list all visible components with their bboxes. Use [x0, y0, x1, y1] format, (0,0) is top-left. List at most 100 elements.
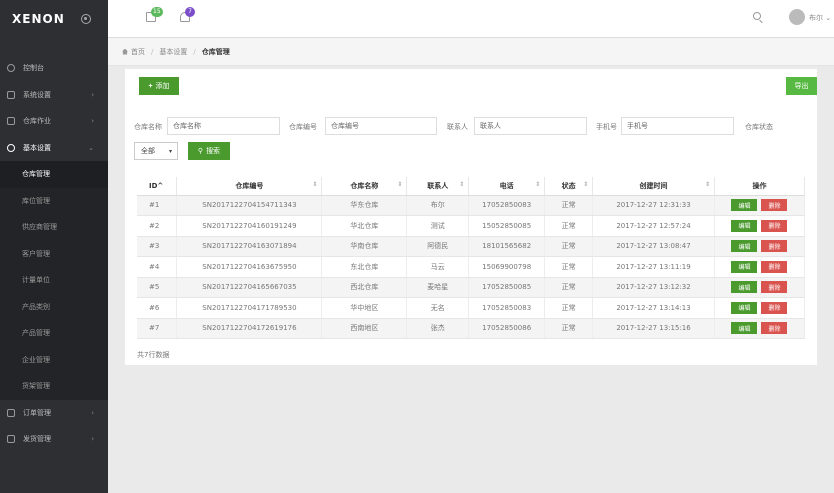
cell-created: 2017-12-27 13:11:19: [592, 256, 715, 278]
sidebar-subitem-customer[interactable]: 客户管理: [0, 241, 108, 268]
column-header-code[interactable]: 仓库编号 ⇕: [176, 177, 323, 196]
sidebar-item-warehouse-ops[interactable]: 仓库作业 ›: [0, 108, 108, 135]
cell-id: #6: [137, 297, 178, 319]
table-row: #7 SN2017122704172619176 西南地区 张杰 17052850086…: [137, 318, 806, 339]
sidebar-subitem-location[interactable]: 库位管理: [0, 188, 108, 215]
column-header-status[interactable]: 状态 ⇕: [544, 177, 594, 196]
cell-name: 西南地区: [321, 318, 408, 339]
cell-contact: 阿德民: [406, 236, 470, 257]
delete-button[interactable]: 删除: [761, 240, 788, 253]
contact-input[interactable]: 联系人: [474, 117, 587, 135]
sidebar-subitem-company[interactable]: 企业管理: [0, 347, 108, 374]
export-button[interactable]: 导出: [786, 77, 817, 95]
cell-name: 西北仓库: [321, 277, 408, 298]
plus-icon: +: [148, 82, 153, 90]
cell-actions: 编辑 删除: [714, 297, 806, 319]
table-row: #4 SN2017122704163675950 东北仓库 马云 15069900798…: [137, 256, 806, 278]
cell-code: SN2017122704171789530: [176, 297, 323, 319]
warehouse-table: ID^ 仓库编号 ⇕ 仓库名称 ⇕ 联系人 ⇕ 电话 ⇕ 状态 ⇕ 创建时间 ⇕ 操作 #1…: [137, 177, 806, 339]
brand-logo[interactable]: XENON: [12, 12, 65, 26]
delete-button[interactable]: 删除: [761, 199, 788, 212]
edit-button[interactable]: 编辑: [731, 219, 758, 232]
delete-button[interactable]: 删除: [761, 260, 788, 273]
warehouse-code-label: 仓库编号: [289, 123, 317, 131]
phone-input[interactable]: 手机号: [621, 117, 734, 135]
column-header-id[interactable]: ID^: [137, 177, 178, 196]
edit-button[interactable]: 编辑: [731, 322, 758, 335]
bell-icon[interactable]: 7: [180, 7, 195, 22]
breadcrumb-level2[interactable]: 基本设置: [159, 47, 187, 57]
cell-created: 2017-12-27 13:15:16: [592, 318, 715, 339]
cell-actions: 编辑 删除: [714, 195, 806, 216]
table-row: #1 SN2017122704154711343 华东仓库 布尔 17052850083…: [137, 195, 806, 216]
sidebar-item-shipping[interactable]: 发货管理 ›: [0, 426, 108, 453]
table-body: #1 SN2017122704154711343 华东仓库 布尔 17052850083…: [137, 195, 806, 339]
sidebar-subitem-shelf[interactable]: 货架管理: [0, 373, 108, 400]
cell-id: #1: [137, 195, 178, 216]
search-button-label: 搜索: [206, 148, 221, 155]
row-actions: 编辑 删除: [731, 199, 788, 212]
search-button[interactable]: ⚲ 搜索: [188, 142, 230, 160]
breadcrumb: 首页 / 基本设置 / 仓库管理: [108, 38, 834, 66]
column-header-name[interactable]: 仓库名称 ⇕: [321, 177, 408, 196]
warehouse-code-input[interactable]: 仓库编号: [325, 117, 437, 135]
sidebar-subitem-supplier[interactable]: 供应商管理: [0, 214, 108, 241]
delete-button[interactable]: 删除: [761, 281, 788, 294]
sidebar-item-basic-settings[interactable]: 基本设置 ⌄: [0, 135, 108, 162]
edit-button[interactable]: 编辑: [731, 260, 758, 273]
sort-icon: ⇕: [704, 180, 710, 188]
cell-contact: 马云: [406, 256, 470, 278]
delete-button[interactable]: 删除: [761, 322, 788, 335]
contact-label: 联系人: [447, 123, 468, 131]
cell-status: 正常: [544, 236, 594, 257]
sidebar-subitem-unit[interactable]: 计量单位: [0, 267, 108, 294]
edit-button[interactable]: 编辑: [731, 240, 758, 253]
gear-icon[interactable]: [80, 14, 91, 24]
search-icon[interactable]: [753, 12, 761, 20]
phone-label: 手机号: [596, 123, 617, 131]
sidebar-subitem-product[interactable]: 产品管理: [0, 320, 108, 347]
warehouse-name-input[interactable]: 仓库名称: [167, 117, 280, 135]
sidebar: XENON 控制台 系统设置 › 仓库作业 › 基本设置 ⌄ 仓库管理 库位管理…: [0, 0, 108, 493]
cell-phone: 15069900798: [468, 256, 546, 278]
breadcrumb-home[interactable]: 首页: [131, 47, 145, 57]
edit-button[interactable]: 编辑: [731, 301, 758, 314]
cell-contact: 张杰: [406, 318, 470, 339]
sidebar-submenu: 仓库管理 库位管理 供应商管理 客户管理 计量单位 产品类别 产品管理 企业管理…: [0, 161, 108, 400]
sidebar-item-label: 控制台: [23, 64, 44, 73]
delete-button[interactable]: 删除: [761, 301, 788, 314]
cell-created: 2017-12-27 12:57:24: [592, 215, 715, 237]
row-actions: 编辑 删除: [731, 322, 788, 335]
table-row: #2 SN2017122704160191249 华北仓库 测试 15052850085…: [137, 215, 806, 237]
user-menu[interactable]: 布尔 ⌄: [809, 13, 831, 23]
sidebar-subitem-warehouse[interactable]: 仓库管理: [0, 161, 108, 188]
cell-created: 2017-12-27 12:31:33: [592, 195, 715, 216]
edit-button[interactable]: 编辑: [731, 199, 758, 212]
add-button[interactable]: + 添加: [139, 77, 179, 95]
column-header-phone[interactable]: 电话 ⇕: [468, 177, 546, 196]
status-select[interactable]: 全部 ▾: [134, 142, 178, 160]
settings-icon: [7, 143, 15, 152]
delete-button[interactable]: 删除: [761, 219, 788, 232]
edit-button[interactable]: 编辑: [731, 281, 758, 294]
mail-icon[interactable]: 15: [146, 7, 163, 22]
sidebar-item-orders[interactable]: 订单管理 ›: [0, 400, 108, 427]
cell-id: #7: [137, 318, 178, 339]
sidebar-item-dashboard[interactable]: 控制台: [0, 55, 108, 82]
cell-status: 正常: [544, 195, 594, 216]
sidebar-item-label: 基本设置: [23, 143, 51, 152]
list-icon: [7, 408, 15, 417]
cell-code: SN2017122704154711343: [176, 195, 323, 216]
sidebar-item-label: 订单管理: [23, 408, 51, 417]
cell-actions: 编辑 删除: [714, 236, 806, 257]
row-actions: 编辑 删除: [731, 219, 788, 232]
box-icon: [7, 117, 15, 126]
home-icon: [122, 48, 128, 55]
sidebar-subitem-category[interactable]: 产品类别: [0, 294, 108, 321]
column-header-contact[interactable]: 联系人 ⇕: [406, 177, 470, 196]
avatar[interactable]: [789, 9, 805, 25]
mail-badge: 15: [151, 7, 163, 17]
column-header-created[interactable]: 创建时间 ⇕: [592, 177, 715, 196]
sidebar-item-system-settings[interactable]: 系统设置 ›: [0, 82, 108, 109]
cell-status: 正常: [544, 215, 594, 237]
